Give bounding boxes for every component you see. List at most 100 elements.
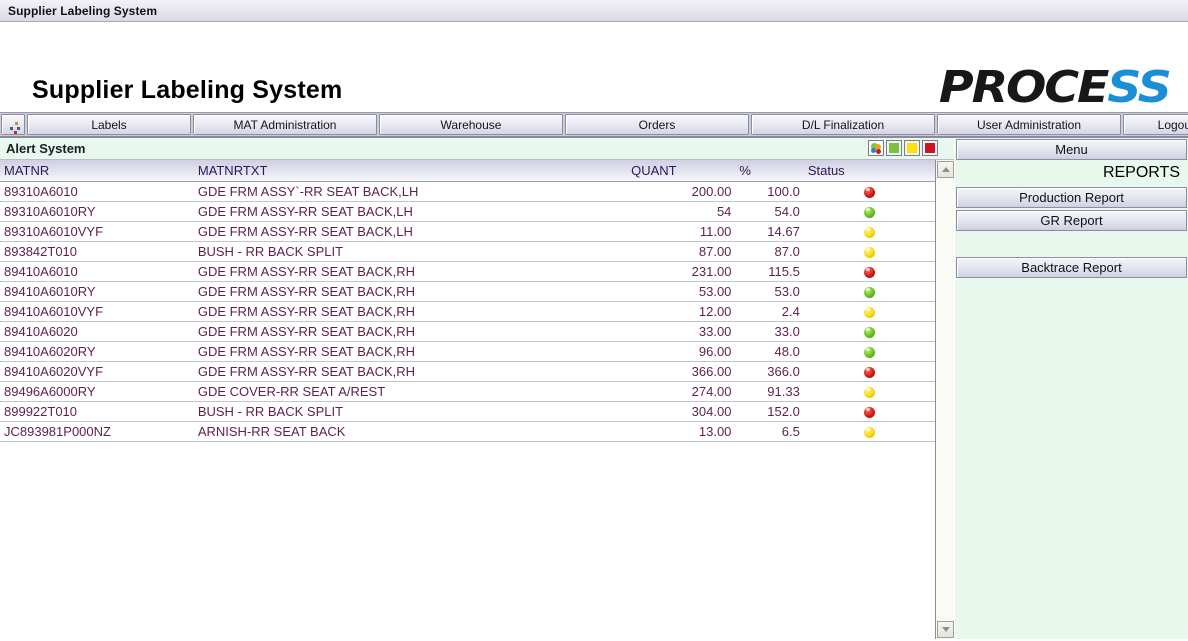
cell-status	[803, 281, 935, 302]
cell-matnrtxt: BUSH - RR BACK SPLIT	[193, 401, 628, 422]
cell-percent: 48.0	[735, 341, 804, 362]
status-led-yellow-icon	[863, 306, 875, 318]
alert-table-container[interactable]: MATNR MATNRTXT QUANT % Status 89310A6010…	[0, 160, 954, 639]
yellow-status-filter-button[interactable]	[904, 140, 920, 156]
cell-quant: 200.00	[627, 181, 736, 202]
tab-mat-administration[interactable]: MAT Administration	[193, 114, 377, 135]
table-row[interactable]: 899922T010 BUSH - RR BACK SPLIT 304.00 152.…	[0, 401, 935, 422]
cell-status	[803, 301, 935, 322]
logo-text-dark: PROCE	[939, 62, 1110, 113]
cell-matnr: 899922T010	[0, 401, 194, 422]
status-led-red-icon	[863, 366, 875, 378]
tab-dl-finalization[interactable]: D/L Finalization	[751, 114, 935, 135]
cell-matnr: JC893981P000NZ	[0, 421, 194, 442]
cell-matnrtxt: GDE FRM ASSY-RR SEAT BACK,RH	[193, 301, 628, 322]
table-row[interactable]: 89496A6000RY GDE COVER-RR SEAT A/REST 274.…	[0, 381, 935, 402]
menu-button[interactable]: Menu	[956, 139, 1187, 160]
status-led-green-icon	[863, 326, 875, 338]
status-led-red-icon	[863, 406, 875, 418]
cell-matnrtxt: GDE COVER-RR SEAT A/REST	[193, 381, 628, 402]
table-row[interactable]: 89410A6020RY GDE FRM ASSY-RR SEAT BACK,RH…	[0, 341, 935, 362]
scroll-down-arrow-icon[interactable]	[937, 621, 954, 638]
tab-logout[interactable]: Logout	[1123, 114, 1188, 135]
table-row[interactable]: 89410A6020 GDE FRM ASSY-RR SEAT BACK,RH 33…	[0, 321, 935, 342]
cell-matnrtxt: GDE FRM ASSY-RR SEAT BACK,RH	[193, 361, 628, 382]
palette-dot-blue-icon	[10, 127, 13, 130]
tab-labels-label: Labels	[91, 117, 127, 132]
cell-matnrtxt: GDE FRM ASSY-RR SEAT BACK,LH	[193, 221, 628, 242]
page-title: Supplier Labeling System	[32, 76, 343, 104]
tab-warehouse-label: Warehouse	[440, 117, 502, 132]
alert-table-body: 89310A6010 GDE FRM ASSY`-RR SEAT BACK,LH 2…	[0, 181, 935, 442]
col-header-matnrtxt[interactable]: MATNRTXT	[193, 160, 628, 182]
cell-matnr: 89410A6020VYF	[0, 361, 194, 382]
yellow-square-icon	[907, 143, 917, 153]
reports-sidebar: Menu REPORTS Production Report GR Report…	[955, 138, 1188, 639]
col-header-matnr[interactable]: MATNR	[0, 160, 194, 182]
table-row[interactable]: 893842T010 BUSH - RR BACK SPLIT 87.00 87.0	[0, 241, 935, 262]
cell-matnr: 89410A6020RY	[0, 341, 194, 362]
cell-quant: 11.00	[627, 221, 736, 242]
vertical-scrollbar[interactable]	[935, 160, 954, 639]
palette-dot-blue2-icon	[17, 127, 20, 130]
cell-quant: 96.00	[627, 341, 736, 362]
cell-percent: 54.0	[735, 201, 804, 222]
cell-quant: 304.00	[627, 401, 736, 422]
status-led-yellow-icon	[863, 426, 875, 438]
cell-status	[803, 201, 935, 222]
status-led-green-icon	[863, 206, 875, 218]
gr-report-button[interactable]: GR Report	[956, 210, 1187, 231]
tab-logout-label: Logout	[1157, 117, 1188, 132]
production-report-button[interactable]: Production Report	[956, 187, 1187, 208]
col-header-quant[interactable]: QUANT	[627, 160, 736, 182]
cell-percent: 100.0	[735, 181, 804, 202]
backtrace-report-button[interactable]: Backtrace Report	[956, 257, 1187, 278]
scroll-up-arrow-icon[interactable]	[937, 161, 954, 178]
table-row[interactable]: 89310A6010RY GDE FRM ASSY-RR SEAT BACK,LH…	[0, 201, 935, 222]
table-row[interactable]: 89310A6010 GDE FRM ASSY`-RR SEAT BACK,LH 2…	[0, 181, 935, 202]
table-row[interactable]: 89410A6010RY GDE FRM ASSY-RR SEAT BACK,RH…	[0, 281, 935, 302]
reports-heading: REPORTS	[1102, 164, 1180, 181]
tab-mat-administration-label: MAT Administration	[233, 117, 337, 132]
cell-matnrtxt: GDE FRM ASSY`-RR SEAT BACK,LH	[193, 181, 628, 202]
col-header-status[interactable]: Status	[803, 160, 935, 182]
status-led-green-icon	[863, 286, 875, 298]
cell-quant: 12.00	[627, 301, 736, 322]
cell-quant: 366.00	[627, 361, 736, 382]
green-status-filter-button[interactable]	[886, 140, 902, 156]
tab-orders-label: Orders	[638, 117, 676, 132]
table-row[interactable]: 89310A6010VYF GDE FRM ASSY-RR SEAT BACK,L…	[0, 221, 935, 242]
table-row[interactable]: 89410A6010VYF GDE FRM ASSY-RR SEAT BACK,R…	[0, 301, 935, 322]
cell-status	[803, 241, 935, 262]
tab-user-administration[interactable]: User Administration	[937, 114, 1121, 135]
table-row[interactable]: 89410A6020VYF GDE FRM ASSY-RR SEAT BACK,R…	[0, 361, 935, 382]
cell-percent: 152.0	[735, 401, 804, 422]
alert-table-head: MATNR MATNRTXT QUANT % Status	[0, 160, 935, 182]
all-status-filter-button[interactable]	[868, 140, 884, 156]
red-status-filter-button[interactable]	[922, 140, 938, 156]
tab-warehouse[interactable]: Warehouse	[379, 114, 563, 135]
cell-status	[803, 341, 935, 362]
cell-quant: 53.00	[627, 281, 736, 302]
logo-text-accent: SS	[1107, 62, 1173, 113]
status-led-red-icon	[863, 186, 875, 198]
palette-icon-tab[interactable]	[1, 114, 25, 135]
cell-matnr: 89310A6010RY	[0, 201, 194, 222]
table-row[interactable]: 89410A6010 GDE FRM ASSY-RR SEAT BACK,RH 23…	[0, 261, 935, 282]
cell-matnr: 89410A6010RY	[0, 281, 194, 302]
cell-status	[803, 261, 935, 282]
table-row[interactable]: JC893981P000NZ ARNISH-RR SEAT BACK 13.00 6.…	[0, 421, 935, 442]
tab-dl-finalization-label: D/L Finalization	[801, 117, 885, 132]
window-title: Supplier Labeling System	[8, 3, 158, 18]
tab-user-administration-label: User Administration	[976, 117, 1082, 132]
cell-matnrtxt: GDE FRM ASSY-RR SEAT BACK,RH	[193, 281, 628, 302]
status-led-yellow-icon	[863, 226, 875, 238]
cell-quant: 274.00	[627, 381, 736, 402]
col-header-percent[interactable]: %	[735, 160, 804, 182]
cell-matnr: 89310A6010VYF	[0, 221, 194, 242]
cell-quant: 33.00	[627, 321, 736, 342]
cell-matnrtxt: GDE FRM ASSY-RR SEAT BACK,RH	[193, 321, 628, 342]
tab-orders[interactable]: Orders	[565, 114, 749, 135]
tab-labels[interactable]: Labels	[27, 114, 191, 135]
